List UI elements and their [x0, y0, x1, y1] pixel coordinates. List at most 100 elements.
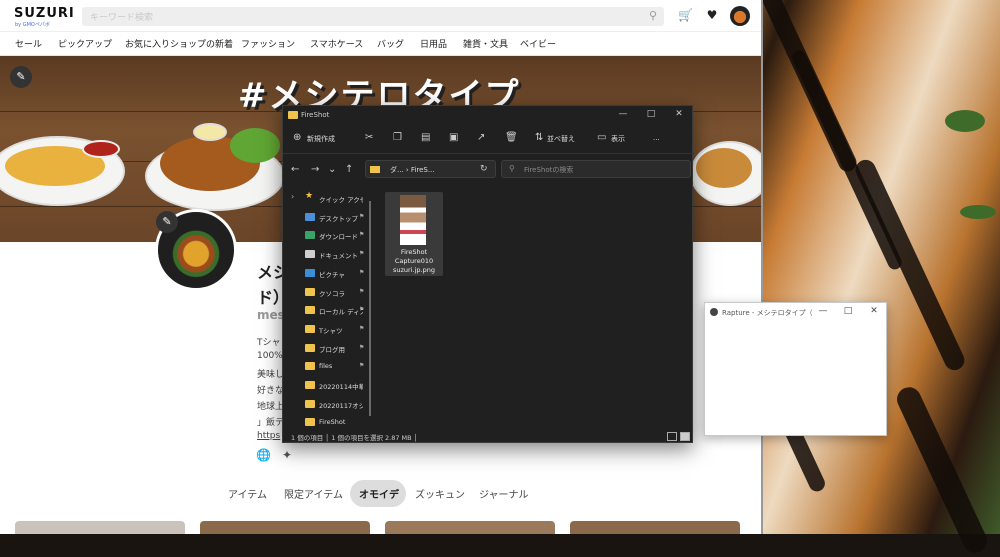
picture-icon: [305, 268, 315, 277]
sort-icon[interactable]: ⇅: [535, 132, 543, 143]
view-icon[interactable]: ▭: [597, 132, 606, 143]
minimize-icon[interactable]: —: [817, 306, 829, 316]
nav-stationery[interactable]: 雑貨・文具: [463, 37, 508, 50]
edit-profile-button[interactable]: ✎: [156, 211, 178, 233]
explorer-toolbar: ⊕ 新規作成 ✂ ❐ ▤ ▣ ↗ 🗑 ⇅ 並べ替え ▭ 表示 ...: [283, 126, 694, 154]
nav-item-label: Tシャツ: [319, 326, 343, 335]
tab-journal[interactable]: ジャーナル: [479, 486, 529, 501]
rename-icon[interactable]: ▣: [449, 132, 458, 143]
nav-item[interactable]: › ★ クイック アクセス: [287, 190, 371, 208]
search-input[interactable]: キーワード検索 ⚲: [82, 7, 664, 26]
sort-button[interactable]: 並べ替え: [547, 134, 575, 144]
nav-phone-case[interactable]: スマホケース: [310, 37, 363, 50]
item-card[interactable]: [15, 521, 185, 534]
folder-icon: [305, 287, 315, 296]
explorer-search-input[interactable]: ⚲ FireShotの検索: [501, 160, 691, 178]
folder-icon: [305, 343, 315, 352]
file-item[interactable]: FireShot Capture010 suzuri.jp.png: [385, 192, 443, 276]
avatar[interactable]: [730, 6, 750, 26]
nav-fashion[interactable]: ファッション: [241, 37, 295, 50]
forward-icon[interactable]: →: [311, 164, 319, 175]
close-icon[interactable]: ✕: [868, 306, 880, 316]
address-field[interactable]: ダ... › FireS...: [365, 160, 496, 178]
edit-banner-button[interactable]: ✎: [10, 66, 32, 88]
tab-zukkyun[interactable]: ズッキュン: [415, 486, 465, 501]
address-bar-row: ← → ⌄ ↑ ダ... › FireS... ↻ ⚲ FireShotの検索: [283, 154, 694, 184]
file-name-line: suzuri.jp.png: [393, 266, 435, 274]
share-icon[interactable]: ↗: [477, 132, 485, 143]
nav-item[interactable]: 20220114中華モ: [287, 377, 371, 395]
chevron-down-icon[interactable]: ⌄: [328, 164, 336, 175]
heart-icon[interactable]: ♥: [705, 8, 719, 22]
folder-icon: [305, 324, 315, 333]
star-icon: ★: [305, 191, 314, 201]
back-icon[interactable]: ←: [291, 164, 299, 175]
twitter-icon[interactable]: ✦: [282, 448, 292, 462]
nav-item-label: files: [319, 362, 333, 371]
search-placeholder: FireShotの検索: [524, 166, 574, 174]
tab-items[interactable]: アイテム: [228, 486, 267, 501]
close-icon[interactable]: ✕: [672, 109, 686, 123]
description-line: 100%: [257, 351, 283, 361]
nav-pickup[interactable]: ピックアップ: [58, 37, 112, 50]
nav-item[interactable]: ブログ用 ⚑: [287, 340, 371, 358]
item-card[interactable]: [385, 521, 555, 534]
pin-icon: ⚑: [359, 250, 365, 258]
nav-item[interactable]: ピクチャ ⚑: [287, 265, 371, 283]
nav-item[interactable]: Tシャツ ⚑: [287, 321, 371, 339]
category-nav: セール ピックアップ お気に入りショップの新着 ファッション スマホケース バッ…: [0, 32, 761, 56]
more-button[interactable]: ...: [653, 134, 660, 142]
nav-baby[interactable]: ベイビー: [520, 37, 556, 50]
nav-item[interactable]: files ⚑: [287, 358, 371, 376]
site-logo[interactable]: SUZURI: [14, 6, 75, 21]
status-text: 1 個の項目 │ 1 個の項目を選択 2.87 MB │: [291, 434, 418, 442]
globe-icon[interactable]: 🌐: [256, 448, 271, 462]
chevron-icon[interactable]: ›: [291, 192, 294, 201]
delete-icon[interactable]: 🗑: [505, 132, 518, 143]
view-button[interactable]: 表示: [611, 134, 625, 144]
cut-icon[interactable]: ✂: [365, 132, 373, 143]
new-icon[interactable]: ⊕: [293, 132, 301, 143]
description-line: 好きな: [257, 386, 285, 396]
paste-icon[interactable]: ▤: [421, 132, 430, 143]
shop-link[interactable]: https: [257, 431, 280, 441]
item-card[interactable]: [200, 521, 370, 534]
copy-icon[interactable]: ❐: [393, 132, 402, 143]
file-thumbnail: [400, 195, 426, 245]
search-placeholder: キーワード検索: [90, 13, 154, 23]
nav-item-label: 20220117オシズ: [319, 401, 363, 410]
search-icon[interactable]: ⚲: [646, 9, 660, 23]
folder-icon: [305, 362, 315, 371]
new-button[interactable]: 新規作成: [307, 134, 335, 144]
explorer-titlebar[interactable]: FireShot — □ ✕: [283, 106, 694, 126]
large-icons-view-icon[interactable]: [680, 432, 690, 441]
nav-item[interactable]: クソコラ ⚑: [287, 284, 371, 302]
refresh-icon[interactable]: ↻: [480, 164, 488, 174]
item-card[interactable]: [570, 521, 740, 534]
pin-icon: ⚑: [359, 306, 365, 314]
tab-limited[interactable]: 限定アイテム: [284, 486, 343, 501]
nav-item-label: ピクチャ: [319, 270, 345, 279]
nav-bag[interactable]: バッグ: [377, 37, 404, 50]
up-icon[interactable]: ↑: [345, 164, 353, 175]
pin-icon: ⚑: [359, 287, 365, 295]
nav-scrollbar[interactable]: [369, 201, 371, 416]
nav-item-label: デスクトップ: [319, 214, 358, 223]
nav-item[interactable]: ダウンロード ⚑: [287, 227, 371, 245]
details-view-icon[interactable]: [667, 432, 677, 441]
nav-daily-goods[interactable]: 日用品: [420, 37, 447, 50]
nav-sale[interactable]: セール: [15, 37, 42, 50]
rapture-window[interactable]: Rapture - メシテロタイプ（... — □ ✕: [704, 302, 887, 436]
maximize-icon[interactable]: □: [842, 306, 854, 316]
description-line: 」飯テ: [257, 418, 285, 428]
nav-item-label: クソコラ: [319, 289, 345, 298]
tab-omoide[interactable]: オモイデ: [359, 486, 399, 501]
nav-item[interactable]: 20220117オシズ: [287, 396, 371, 414]
nav-item[interactable]: ローカル ディス ⚑: [287, 302, 371, 320]
nav-favorites-new[interactable]: お気に入りショップの新着: [125, 37, 233, 50]
nav-item[interactable]: ドキュメント ⚑: [287, 246, 371, 264]
minimize-icon[interactable]: —: [616, 109, 630, 123]
cart-icon[interactable]: 🛒: [678, 8, 693, 22]
nav-item[interactable]: デスクトップ ⚑: [287, 209, 371, 227]
maximize-icon[interactable]: □: [644, 109, 658, 123]
